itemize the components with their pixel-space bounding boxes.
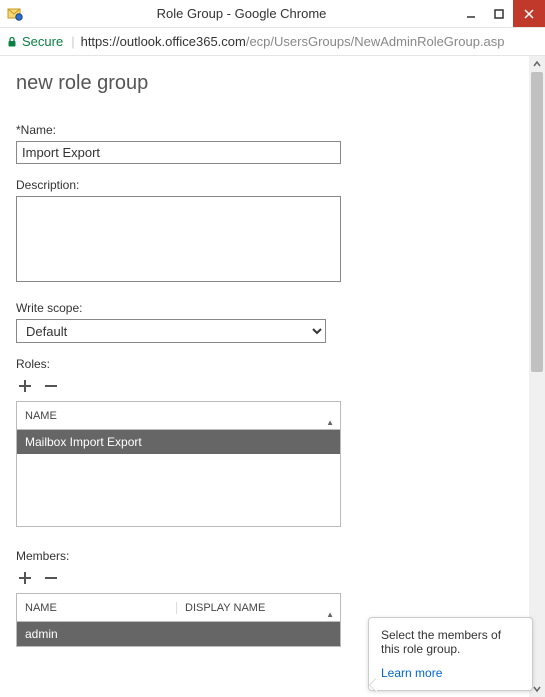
description-field-row: Description: <box>16 178 527 287</box>
lock-icon <box>6 36 18 48</box>
minus-icon <box>44 379 58 393</box>
roles-cell: Mailbox Import Export <box>25 435 332 449</box>
members-add-button[interactable] <box>16 569 34 587</box>
members-col-display[interactable]: DISPLAY NAME <box>177 602 340 614</box>
roles-grid: NAME Mailbox Import Export <box>16 401 341 527</box>
url-path: /ecp/UsersGroups/NewAdminRoleGroup.asp <box>246 34 505 49</box>
page-title: new role group <box>16 72 527 95</box>
url[interactable]: https://outlook.office365.com/ecp/UsersG… <box>81 34 505 49</box>
tooltip-text: Select the members of this role group. <box>381 628 520 656</box>
scope-select[interactable]: Default <box>16 319 326 343</box>
name-field-row: *Name: <box>16 123 527 164</box>
chevron-down-icon <box>533 685 541 693</box>
scroll-thumb[interactable] <box>531 72 543 372</box>
window-title: Role Group - Google Chrome <box>26 6 457 21</box>
url-host: https://outlook.office365.com <box>81 34 246 49</box>
description-label: Description: <box>16 178 527 192</box>
roles-toolbar <box>16 377 527 395</box>
scroll-area: new role group *Name: Description: Write… <box>0 56 529 697</box>
members-cell-name: admin <box>25 627 177 641</box>
name-label: *Name: <box>16 123 527 137</box>
window-buttons <box>457 0 545 27</box>
roles-add-button[interactable] <box>16 377 34 395</box>
app-icon <box>4 3 26 25</box>
minimize-button[interactable] <box>457 0 485 27</box>
members-remove-button[interactable] <box>42 569 60 587</box>
plus-icon <box>18 571 32 585</box>
minus-icon <box>44 571 58 585</box>
plus-icon <box>18 379 32 393</box>
roles-col-name[interactable]: NAME <box>17 410 340 422</box>
members-grid-body: admin <box>17 622 340 646</box>
scope-label: Write scope: <box>16 301 527 315</box>
table-row[interactable]: admin <box>17 622 340 646</box>
name-input[interactable] <box>16 141 341 164</box>
learn-more-link[interactable]: Learn more <box>381 666 442 680</box>
maximize-button[interactable] <box>485 0 513 27</box>
address-bar: Secure | https://outlook.office365.com/e… <box>0 28 545 56</box>
page-body: new role group *Name: Description: Write… <box>0 56 529 647</box>
vertical-scrollbar[interactable] <box>529 56 545 697</box>
members-grid-header: NAME DISPLAY NAME <box>17 594 340 622</box>
roles-grid-header: NAME <box>17 402 340 430</box>
chevron-up-icon <box>533 60 541 68</box>
roles-section: Roles: NAME Mailbox Import Expo <box>16 357 527 527</box>
address-separator: | <box>71 34 74 49</box>
description-textarea[interactable] <box>16 196 341 282</box>
close-button[interactable] <box>513 0 545 27</box>
table-row[interactable]: Mailbox Import Export <box>17 430 340 454</box>
roles-grid-body: Mailbox Import Export <box>17 430 340 526</box>
secure-label: Secure <box>22 34 63 49</box>
members-help-tooltip: Select the members of this role group. L… <box>368 617 533 691</box>
members-grid: NAME DISPLAY NAME admin <box>16 593 341 647</box>
window-titlebar: Role Group - Google Chrome <box>0 0 545 28</box>
members-toolbar <box>16 569 527 587</box>
content-wrap: new role group *Name: Description: Write… <box>0 56 545 697</box>
members-label: Members: <box>16 549 527 563</box>
roles-label: Roles: <box>16 357 527 371</box>
scroll-up-button[interactable] <box>529 56 545 72</box>
members-col-name[interactable]: NAME <box>17 602 177 614</box>
roles-remove-button[interactable] <box>42 377 60 395</box>
scope-field-row: Write scope: Default <box>16 301 527 343</box>
